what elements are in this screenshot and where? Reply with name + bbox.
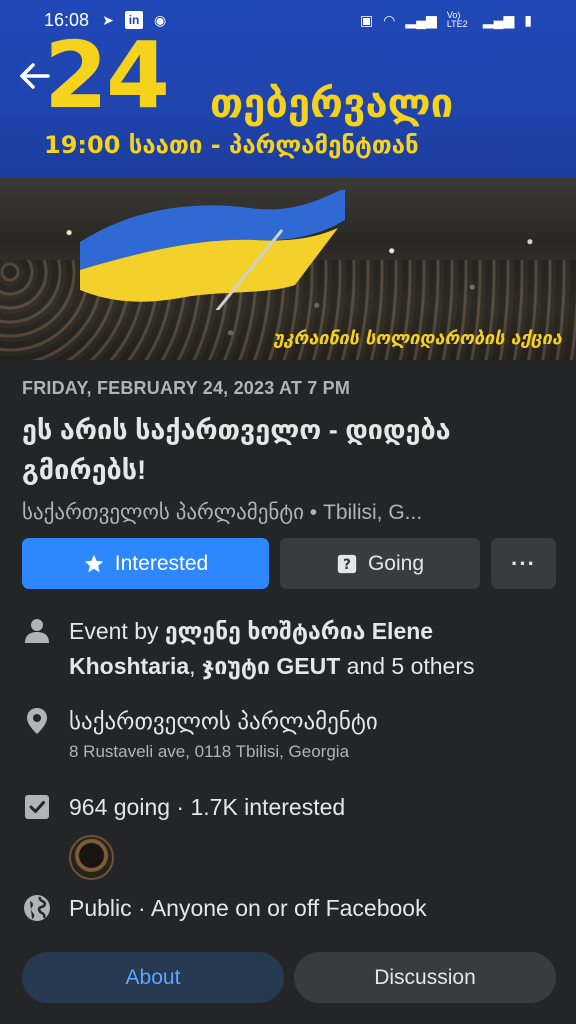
event-privacy-row: Public · Anyone on or off Facebook — [22, 891, 562, 931]
event-datetime: FRIDAY, FEBRUARY 24, 2023 AT 7 PM — [22, 378, 351, 398]
host-separator: , — [189, 653, 202, 679]
cover-month: თებერვალი — [210, 81, 454, 127]
back-arrow-icon[interactable] — [14, 56, 54, 96]
checkbox-icon — [25, 795, 49, 819]
event-hosts-row: Event by ელენე ხოშტარია Elene Khoshtaria… — [22, 614, 562, 686]
svg-text:?: ? — [343, 557, 351, 573]
star-icon — [84, 554, 103, 572]
tab-about-label: About — [125, 965, 181, 989]
event-attendance-row[interactable]: 964 going · 1.7K interested — [22, 790, 562, 830]
event-cover-image[interactable]: 16:08 ➤ in ◉ ▣ ◠ ▂▄▆ Vo) LTE2 ▂▄▆ ▮ 24 თ… — [0, 0, 576, 360]
host-link-2[interactable]: ჯიუტი GEUT — [202, 653, 340, 679]
privacy-text: Public · Anyone on or off Facebook — [69, 895, 427, 921]
hosts-others[interactable]: and 5 others — [340, 653, 475, 679]
event-venue-row[interactable]: საქართველოს პარლამენტი 8 Rustaveli ave, … — [22, 704, 562, 774]
more-label: ··· — [511, 550, 536, 576]
tab-about[interactable]: About — [22, 952, 284, 1003]
going-button[interactable]: ? Going — [280, 538, 480, 589]
event-title: ეს არის საქართველო - დიდება გმირებს! — [22, 415, 451, 485]
question-box-icon: ? — [337, 554, 357, 573]
signal-icon-2: ▂▄▆ — [482, 11, 515, 28]
more-options-button[interactable]: ··· — [491, 538, 556, 589]
going-label: Going — [367, 551, 425, 575]
location-pin-icon — [27, 708, 47, 734]
venue-name: საქართველოს პარლამენტი — [69, 708, 378, 734]
signal-icon: ▂▄▆ — [405, 11, 437, 28]
cover-solidarity-text: უკრაინის სოლიდარობის აქცია — [273, 328, 562, 349]
interested-button[interactable]: Interested — [22, 538, 269, 589]
ukraine-flag-icon — [80, 190, 345, 310]
battery-saver-icon: ▣ — [359, 11, 374, 28]
tab-discussion-label: Discussion — [374, 965, 476, 989]
cover-date-number: 24 — [44, 22, 170, 129]
attendance-counts: 964 going · 1.7K interested — [69, 794, 346, 820]
interested-label: Interested — [114, 551, 209, 575]
event-by-prefix: Event by — [69, 618, 165, 644]
person-icon — [25, 619, 49, 643]
venue-address: 8 Rustaveli ave, 0118 Tbilisi, Georgia — [69, 742, 350, 761]
attendee-avatar[interactable] — [69, 835, 114, 880]
wifi-icon: ◠ — [383, 11, 396, 28]
battery-icon: ▮ — [524, 11, 532, 28]
network-label: Vo) LTE2 — [446, 10, 468, 29]
globe-icon — [24, 895, 50, 921]
event-location-line[interactable]: საქართველოს პარლამენტი • Tbilisi, G... — [22, 500, 552, 525]
cover-time-place: 19:00 საათი - პარლამენტთან — [44, 131, 419, 159]
tab-discussion[interactable]: Discussion — [294, 952, 556, 1003]
